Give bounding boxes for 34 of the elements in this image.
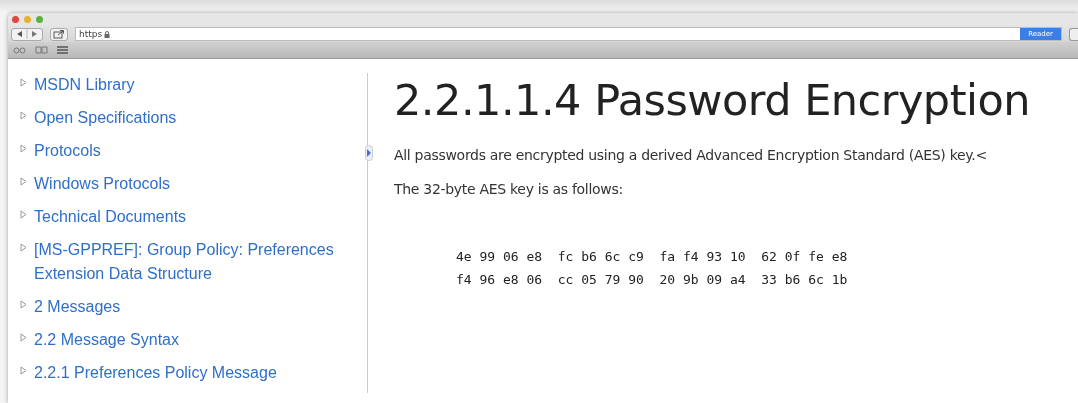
triangle-icon[interactable] xyxy=(20,78,27,87)
collapse-toggle-icon[interactable] xyxy=(365,145,373,161)
minimize-icon[interactable] xyxy=(24,16,31,23)
close-icon[interactable] xyxy=(12,16,19,23)
sidebar-item[interactable]: Technical Documents xyxy=(34,205,187,229)
sidebar-item[interactable]: 2.2 Message Syntax xyxy=(34,328,179,352)
zoom-icon[interactable] xyxy=(36,16,43,23)
back-forward-button[interactable] xyxy=(11,27,43,41)
sidebar-item[interactable]: Protocols xyxy=(34,139,101,163)
glasses-icon[interactable] xyxy=(13,46,26,54)
sidebar-item[interactable]: 2 Messages xyxy=(34,295,121,319)
page-title: 2.2.1.1.4 Password Encryption xyxy=(394,75,1031,125)
triangle-icon[interactable] xyxy=(20,177,27,186)
share-button[interactable] xyxy=(50,27,68,41)
grid-icon[interactable] xyxy=(57,46,68,54)
triangle-icon[interactable] xyxy=(20,300,27,309)
triangle-icon[interactable] xyxy=(20,243,27,252)
paragraph: The 32-byte AES key is as follows: xyxy=(394,181,624,197)
triangle-icon[interactable] xyxy=(20,111,27,120)
sidebar-item[interactable]: [MS-GPPREF]: Group Policy: Preferences Extension Data Structure xyxy=(34,238,334,286)
sidebar-item[interactable]: Windows Protocols xyxy=(34,172,171,196)
toolbar-button[interactable] xyxy=(1069,27,1078,41)
code-line: 4e 99 06 e8 fc b6 6c c9 fa f4 93 10 62 0f fe e8 xyxy=(456,248,849,266)
triangle-icon[interactable] xyxy=(20,366,27,375)
triangle-icon[interactable] xyxy=(20,144,27,153)
book-icon[interactable] xyxy=(35,46,48,54)
sidebar-item[interactable]: 2.2.1 Preferences Policy Message xyxy=(34,361,277,385)
code-line: f4 96 e8 06 cc 05 79 90 20 9b 09 a4 33 b6 6c 1b xyxy=(456,271,849,289)
sidebar-item[interactable]: Open Specifications xyxy=(34,106,177,130)
triangle-icon[interactable] xyxy=(20,210,27,219)
triangle-icon[interactable] xyxy=(20,333,27,342)
sidebar-item[interactable]: MSDN Library xyxy=(34,73,135,97)
lock-icon xyxy=(104,30,111,38)
paragraph: All passwords are encrypted using a derived Advanced Encryption Standard (AES) key.< xyxy=(394,147,988,163)
